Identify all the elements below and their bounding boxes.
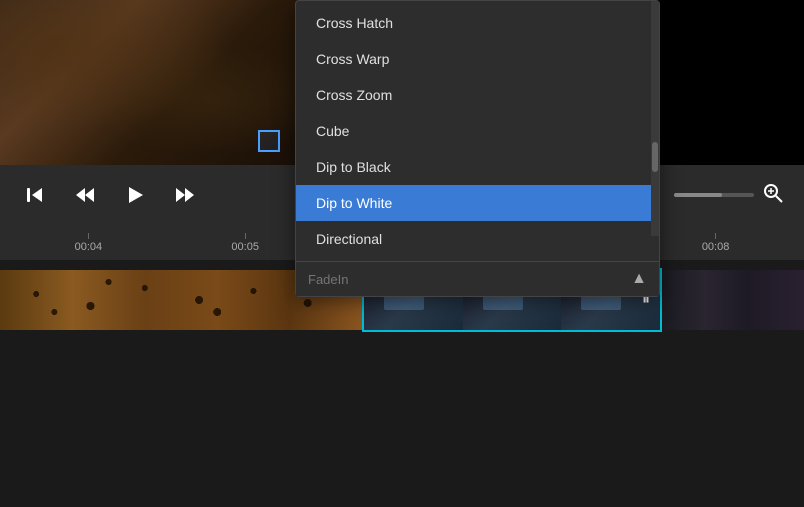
- dropdown-list: Cross Hatch Cross Warp Cross Zoom Cube D…: [296, 1, 659, 261]
- play-icon: [125, 185, 145, 205]
- video-preview: [0, 0, 300, 165]
- video-bg: [0, 0, 300, 165]
- dropdown-search-input[interactable]: [308, 272, 631, 287]
- ruler-mark-1: 00:05: [231, 233, 259, 253]
- play-button[interactable]: [120, 180, 150, 210]
- dropdown-item-cube[interactable]: Cube: [296, 113, 659, 149]
- dropdown-item-dip-to-black[interactable]: Dip to Black: [296, 149, 659, 185]
- clip-right[interactable]: [662, 270, 804, 330]
- dropdown-scrollbar-thumb: [652, 142, 658, 172]
- ruler-tick-1: [245, 233, 246, 239]
- dropdown-footer: ▲: [296, 261, 659, 296]
- dropdown-item-directional[interactable]: Directional: [296, 221, 659, 257]
- video-overlay: [0, 0, 300, 165]
- ruler-label-0: 00:04: [75, 241, 103, 253]
- dropdown-collapse-button[interactable]: ▲: [631, 270, 647, 288]
- transition-dropdown: Cross Hatch Cross Warp Cross Zoom Cube D…: [295, 0, 660, 297]
- selection-box: [258, 130, 280, 152]
- dropdown-item-cross-warp[interactable]: Cross Warp: [296, 41, 659, 77]
- ruler-mark-0: 00:04: [75, 233, 103, 253]
- ruler-mark-4: 00:08: [702, 233, 730, 253]
- rewind-button[interactable]: [70, 180, 100, 210]
- zoom-in-icon: [762, 182, 784, 204]
- fast-forward-icon: [175, 185, 195, 205]
- rewind-icon: [75, 185, 95, 205]
- dropdown-item-cross-zoom[interactable]: Cross Zoom: [296, 77, 659, 113]
- ruler-label-1: 00:05: [231, 241, 259, 253]
- timeline-track-area: ⏸: [0, 260, 804, 507]
- dropdown-item-cross-hatch[interactable]: Cross Hatch: [296, 5, 659, 41]
- skip-back-icon: [25, 185, 45, 205]
- skip-back-button[interactable]: [20, 180, 50, 210]
- ruler-tick-4: [715, 233, 716, 239]
- fast-forward-button[interactable]: [170, 180, 200, 210]
- zoom-slider[interactable]: [674, 193, 754, 197]
- ruler-label-4: 00:08: [702, 241, 730, 253]
- dropdown-item-dip-to-white[interactable]: Dip to White: [296, 185, 659, 221]
- ruler-tick-0: [88, 233, 89, 239]
- dropdown-scrollbar[interactable]: [651, 1, 659, 236]
- zoom-in-button[interactable]: [762, 182, 784, 209]
- zoom-slider-fill: [674, 193, 722, 197]
- zoom-slider-area: [674, 182, 784, 209]
